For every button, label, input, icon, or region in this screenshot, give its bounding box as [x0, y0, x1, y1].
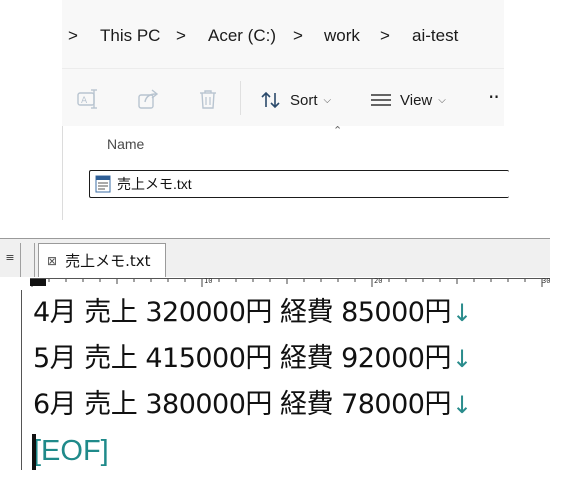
ruler-label-30: 30 — [542, 277, 551, 285]
breadcrumb-work[interactable]: work — [324, 26, 360, 46]
text-caret — [32, 434, 36, 470]
view-label: View — [400, 91, 433, 109]
command-bar: A Sort ⌵ View ⌵ ·· — [62, 68, 504, 127]
document-tab[interactable]: ⊠ 売上メモ.txt — [38, 243, 166, 277]
view-button[interactable]: View ⌵ — [370, 89, 446, 111]
delete-icon[interactable] — [196, 87, 220, 111]
tab-close-icon[interactable]: ⊠ — [47, 254, 57, 268]
ruler-label-20: 20 — [374, 277, 383, 285]
line-text: 5月 売上 415000円 経費 92000円 — [33, 343, 451, 374]
text-area[interactable]: 4月 売上 320000円 経費 85000円↓ 5月 売上 415000円 経… — [32, 290, 472, 474]
breadcrumb-separator[interactable]: > — [293, 26, 303, 46]
file-row-selected[interactable]: 売上メモ.txt — [89, 170, 509, 198]
tab-label: 売上メモ.txt — [65, 252, 151, 270]
svg-text:A: A — [81, 96, 88, 106]
sort-button[interactable]: Sort ⌵ — [260, 89, 331, 111]
eof-marker: [EOF] — [33, 435, 109, 467]
line-text: 6月 売上 380000円 経費 78000円 — [33, 389, 451, 420]
more-options-icon[interactable]: ·· — [488, 87, 500, 107]
share-icon[interactable] — [136, 87, 160, 111]
column-ruler: 10 20 30 — [30, 277, 551, 289]
line-number-gutter-border — [21, 290, 22, 470]
breadcrumb-expand-chevron[interactable]: > — [68, 26, 78, 46]
tab-list-menu-icon[interactable]: ≡ — [0, 243, 21, 277]
text-line: 6月 売上 380000円 経費 78000円↓ — [33, 382, 472, 428]
toolbar-divider — [240, 81, 241, 115]
sort-label: Sort — [290, 91, 318, 109]
file-name: 売上メモ.txt — [117, 176, 192, 192]
chevron-down-icon: ⌵ — [323, 94, 332, 106]
ruler-caret-marker — [30, 279, 46, 286]
newline-arrow-icon: ↓ — [451, 299, 472, 327]
text-file-icon — [95, 175, 111, 193]
address-bar[interactable]: > This PC > Acer (C:) > work > ai-test — [62, 0, 504, 68]
view-icon — [371, 94, 391, 106]
chevron-down-icon: ⌵ — [438, 94, 446, 106]
tab-divider — [34, 243, 35, 277]
text-editor-window: ≡ ⊠ 売上メモ.txt 10 20 30 4月 売上 320000円 経費 8… — [0, 238, 566, 489]
text-line: 5月 売上 415000円 経費 92000円↓ — [33, 336, 472, 382]
sort-icon — [261, 91, 280, 109]
eof-line: [EOF] — [32, 428, 472, 474]
file-list-pane: ⌃ Name 売上メモ.txt — [62, 124, 509, 220]
newline-arrow-icon: ↓ — [451, 345, 472, 373]
breadcrumb-separator[interactable]: > — [176, 26, 186, 46]
file-explorer-window: > This PC > Acer (C:) > work > ai-test A — [0, 0, 566, 228]
text-line: 4月 売上 320000円 経費 85000円↓ — [33, 290, 472, 336]
tab-strip: ≡ ⊠ 売上メモ.txt — [0, 239, 550, 277]
ruler-label-10: 10 — [204, 277, 213, 285]
breadcrumb-ai-test[interactable]: ai-test — [412, 26, 458, 46]
ruler-ticks — [31, 279, 543, 287]
rename-icon[interactable]: A — [76, 87, 100, 111]
line-text: 4月 売上 320000円 経費 85000円 — [33, 297, 451, 328]
sort-ascending-icon: ⌃ — [333, 124, 343, 137]
breadcrumb-acer-c[interactable]: Acer (C:) — [208, 26, 276, 46]
breadcrumb-separator[interactable]: > — [380, 26, 390, 46]
column-header-name[interactable]: Name — [107, 136, 144, 152]
newline-arrow-icon: ↓ — [451, 391, 472, 419]
breadcrumb-this-pc[interactable]: This PC — [100, 26, 160, 46]
